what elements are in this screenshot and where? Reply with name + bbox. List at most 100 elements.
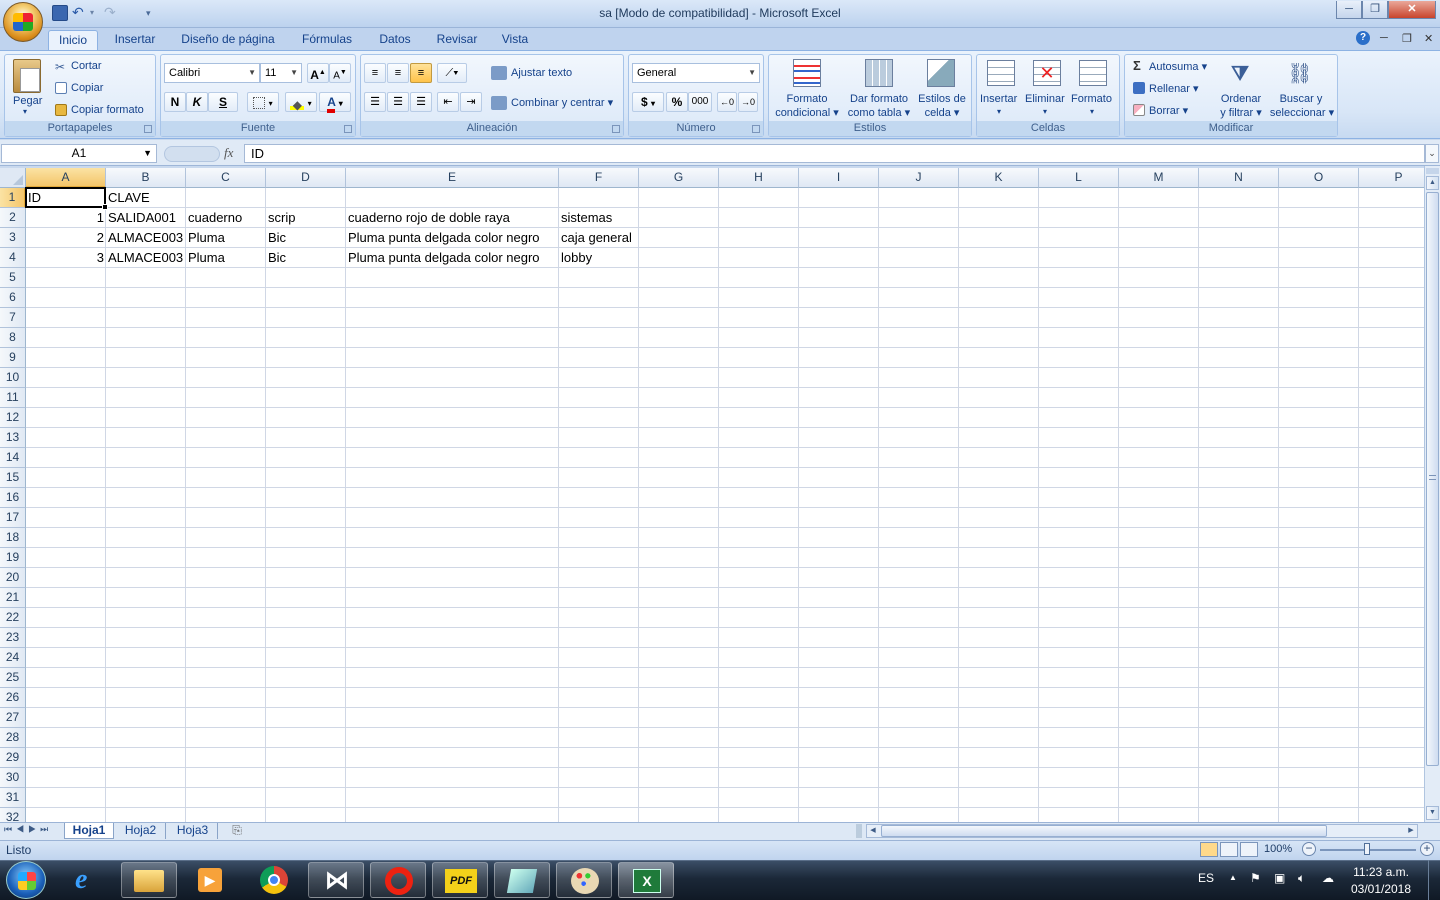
- chevron-down-icon[interactable]: ▼: [143, 145, 152, 162]
- format-as-table-label-2[interactable]: como tabla ▾: [843, 106, 915, 119]
- cell-b4[interactable]: ALMACE003: [106, 248, 186, 268]
- taskbar-visual-studio[interactable]: ⋈: [308, 862, 364, 898]
- close-button[interactable]: ✕: [1388, 1, 1436, 19]
- column-header-n[interactable]: N: [1199, 168, 1279, 188]
- select-all-corner[interactable]: [0, 168, 26, 188]
- chevron-down-icon[interactable]: ▾: [997, 107, 1001, 116]
- decrease-indent-button[interactable]: ⇤: [437, 92, 459, 112]
- row-header-29[interactable]: 29: [0, 748, 26, 768]
- cell-c3[interactable]: Pluma: [186, 228, 266, 248]
- paste-button[interactable]: Pegar: [13, 95, 42, 107]
- format-painter-button[interactable]: Copiar formato: [71, 104, 144, 116]
- copy-button[interactable]: Copiar: [71, 82, 103, 94]
- column-header-g[interactable]: G: [639, 168, 719, 188]
- decrease-decimal-button[interactable]: →0: [738, 92, 758, 112]
- bold-button[interactable]: N: [164, 92, 186, 112]
- column-header-m[interactable]: M: [1119, 168, 1199, 188]
- row-header-15[interactable]: 15: [0, 468, 26, 488]
- row-header-3[interactable]: 3: [0, 228, 26, 248]
- find-select-label-2[interactable]: seleccionar ▾: [1267, 106, 1337, 119]
- wrap-text-button[interactable]: Ajustar texto: [511, 67, 572, 79]
- align-left-button[interactable]: ☰: [364, 92, 386, 112]
- sheet-tab-hoja1[interactable]: Hoja1: [64, 823, 114, 839]
- shrink-font-button[interactable]: A▼: [329, 63, 351, 83]
- scroll-up-arrow[interactable]: ▲: [1426, 176, 1439, 190]
- ribbon-minimize-button[interactable]: ─: [1380, 32, 1388, 44]
- number-format-combo[interactable]: General ▼: [632, 63, 760, 83]
- column-header-i[interactable]: I: [799, 168, 879, 188]
- taskbar-media[interactable]: ▶: [182, 862, 238, 898]
- cell-b3[interactable]: ALMACE003: [106, 228, 186, 248]
- formula-input[interactable]: ID: [244, 144, 1425, 163]
- cell-styles-label-1[interactable]: Estilos de: [913, 93, 971, 105]
- cell-b2[interactable]: SALIDA001: [106, 208, 186, 228]
- dialog-launcher-icon[interactable]: [612, 125, 620, 133]
- volume-icon[interactable]: 🔈︎: [1298, 871, 1305, 886]
- row-header-8[interactable]: 8: [0, 328, 26, 348]
- column-header-p[interactable]: P: [1359, 168, 1424, 188]
- tab-vista[interactable]: Vista: [494, 30, 536, 50]
- tab-diseno-pagina[interactable]: Diseño de página: [174, 30, 282, 50]
- row-header-23[interactable]: 23: [0, 628, 26, 648]
- cell-d4[interactable]: Bic: [266, 248, 346, 268]
- format-as-table-label-1[interactable]: Dar formato: [845, 93, 913, 105]
- row-header-5[interactable]: 5: [0, 268, 26, 288]
- fx-icon[interactable]: fx: [224, 145, 233, 161]
- worksheet-grid[interactable]: ABCDEFGHIJKLMNOP 1 2 3 4 5 6 7 8 9 10 11 12 13 14 15 16…: [0, 168, 1424, 822]
- row-header-2[interactable]: 2: [0, 208, 26, 228]
- cell-e3[interactable]: Pluma punta delgada color negro: [346, 228, 559, 248]
- row-header-27[interactable]: 27: [0, 708, 26, 728]
- borders-button[interactable]: ▾: [247, 92, 279, 112]
- page-break-view-icon[interactable]: [1240, 842, 1258, 857]
- row-header-11[interactable]: 11: [0, 388, 26, 408]
- paste-dropdown-icon[interactable]: ▾: [23, 107, 27, 116]
- horizontal-scroll-thumb[interactable]: [881, 825, 1327, 837]
- zoom-out-button[interactable]: −: [1302, 842, 1316, 856]
- column-header-f[interactable]: F: [559, 168, 639, 188]
- name-box[interactable]: A1 ▼: [1, 144, 157, 163]
- column-header-j[interactable]: J: [879, 168, 959, 188]
- dialog-launcher-icon[interactable]: [752, 125, 760, 133]
- input-language[interactable]: ES: [1198, 871, 1214, 885]
- row-header-17[interactable]: 17: [0, 508, 26, 528]
- insert-sheet-icon[interactable]: ⎘: [222, 823, 252, 839]
- conditional-format-label-1[interactable]: Formato: [773, 93, 841, 105]
- row-header-20[interactable]: 20: [0, 568, 26, 588]
- cell-f3[interactable]: caja general: [559, 228, 639, 248]
- scroll-right-arrow[interactable]: ▶: [1405, 825, 1417, 837]
- format-button[interactable]: Formato: [1071, 93, 1112, 105]
- taskbar-paint[interactable]: [556, 862, 612, 898]
- column-header-b[interactable]: B: [106, 168, 186, 188]
- row-header-7[interactable]: 7: [0, 308, 26, 328]
- row-header-19[interactable]: 19: [0, 548, 26, 568]
- row-header-1[interactable]: 1: [0, 188, 26, 208]
- font-size-combo[interactable]: 11 ▼: [260, 63, 302, 83]
- scroll-left-arrow[interactable]: ◀: [867, 825, 879, 837]
- show-hidden-icons-icon[interactable]: ▲: [1229, 873, 1237, 882]
- zoom-level[interactable]: 100%: [1264, 843, 1292, 855]
- column-header-h[interactable]: H: [719, 168, 799, 188]
- orientation-button[interactable]: ⟋▾: [437, 63, 467, 83]
- cell-c4[interactable]: Pluma: [186, 248, 266, 268]
- office-button[interactable]: [3, 2, 43, 42]
- increase-decimal-button[interactable]: ←0: [717, 92, 737, 112]
- tab-split-handle[interactable]: [856, 824, 862, 838]
- row-header-12[interactable]: 12: [0, 408, 26, 428]
- formula-bar-handle[interactable]: [164, 146, 220, 162]
- column-header-k[interactable]: K: [959, 168, 1039, 188]
- taskbar-chrome[interactable]: [246, 862, 302, 898]
- tab-revisar[interactable]: Revisar: [428, 30, 486, 50]
- clear-button[interactable]: Borrar ▾: [1149, 104, 1188, 117]
- row-header-13[interactable]: 13: [0, 428, 26, 448]
- cut-button[interactable]: Cortar: [71, 60, 102, 72]
- split-box[interactable]: [1426, 168, 1439, 174]
- underline-button[interactable]: S: [208, 92, 238, 112]
- normal-view-icon[interactable]: [1200, 842, 1218, 857]
- percent-button[interactable]: %: [666, 92, 688, 112]
- row-header-16[interactable]: 16: [0, 488, 26, 508]
- cell-a1[interactable]: ID: [26, 188, 106, 208]
- cell-d3[interactable]: Bic: [266, 228, 346, 248]
- font-color-button[interactable]: A ▾: [319, 92, 351, 113]
- row-header-26[interactable]: 26: [0, 688, 26, 708]
- zoom-in-button[interactable]: +: [1420, 842, 1434, 856]
